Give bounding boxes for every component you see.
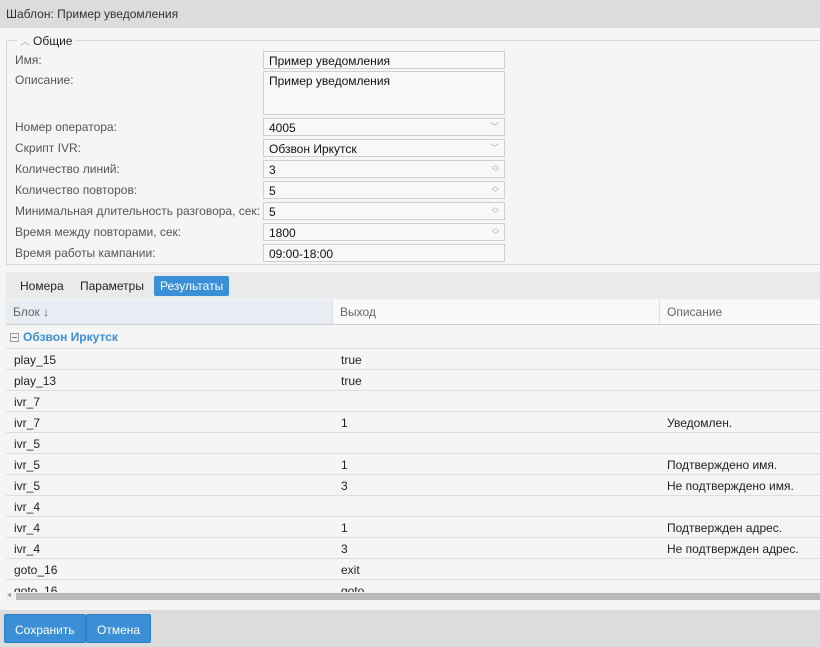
cell-block: goto_16 <box>14 563 58 577</box>
spinner-arrows-icon[interactable]: ︿ ﹀ <box>492 183 499 197</box>
collapse-group-icon[interactable] <box>10 333 19 342</box>
tab-numbers[interactable]: Номера <box>14 276 70 296</box>
cancel-button[interactable]: Отмена <box>86 614 152 643</box>
cell-block: ivr_4 <box>14 521 41 535</box>
spinner-field[interactable]: 1800 ︿ ﹀ <box>263 223 505 241</box>
textarea-field[interactable]: Пример уведомления <box>263 71 505 115</box>
cell-output: 1 <box>341 521 348 535</box>
column-header-block[interactable]: Блок ↓ <box>6 300 333 324</box>
field-value: 5 <box>269 184 276 198</box>
group-label: Обзвон Иркутск <box>23 330 118 344</box>
tab-results[interactable]: Результаты <box>154 276 230 296</box>
results-grid: Блок ↓ Выход Описание Обзвон Иркутск pla… <box>6 300 820 592</box>
table-row[interactable]: ivr_4 1 Подтвержден адрес. <box>6 517 820 538</box>
cell-output: goto <box>341 584 365 592</box>
cell-description: Не подтверждено имя. <box>667 479 794 493</box>
field-label: Количество повторов: <box>15 183 138 197</box>
table-row[interactable]: ivr_7 <box>6 391 820 412</box>
horizontal-scrollbar[interactable]: ◂ <box>6 590 820 601</box>
general-fieldset: ︿ Общие Имя: Пример уведомления Описание: Пр… <box>6 33 820 265</box>
table-row[interactable]: ivr_5 3 Не подтверждено имя. <box>6 475 820 496</box>
cell-block: ivr_4 <box>14 500 41 514</box>
table-row[interactable]: ivr_4 3 Не подтвержден адрес. <box>6 538 820 559</box>
spinner-field[interactable]: 5 ︿ ﹀ <box>263 181 505 199</box>
chevron-down-icon[interactable]: ﹀ <box>490 141 499 154</box>
cell-block: ivr_5 <box>14 479 41 493</box>
cell-block: play_15 <box>14 353 57 367</box>
field-value: 09:00-18:00 <box>269 247 334 261</box>
field-label: Количество линий: <box>15 162 120 176</box>
field-value: 3 <box>269 163 276 177</box>
cell-output: true <box>341 353 362 367</box>
cell-block: ivr_4 <box>14 542 41 556</box>
select-field[interactable]: Обзвон Иркутск ﹀ <box>263 139 505 157</box>
cell-description: Уведомлен. <box>667 416 733 430</box>
cell-description: Подтвержден адрес. <box>667 521 783 535</box>
spinner-arrows-icon[interactable]: ︿ ﹀ <box>492 162 499 176</box>
cell-block: ivr_7 <box>14 416 41 430</box>
save-button[interactable]: Сохранить <box>4 614 86 643</box>
table-row[interactable]: ivr_5 <box>6 433 820 454</box>
grid-header: Блок ↓ Выход Описание <box>6 300 820 325</box>
scrollbar-thumb[interactable] <box>16 593 820 600</box>
cell-output: true <box>341 374 362 388</box>
field-label: Имя: <box>15 53 42 67</box>
cell-block: ivr_5 <box>14 458 41 472</box>
field-value: 5 <box>269 205 276 219</box>
column-header-output[interactable]: Выход <box>333 300 660 324</box>
table-row[interactable]: play_15 true <box>6 349 820 370</box>
field-label: Время между повторами, сек: <box>15 225 182 239</box>
chevron-down-icon[interactable]: ﹀ <box>490 120 499 133</box>
table-row[interactable]: play_13 true <box>6 370 820 391</box>
legend-label: Общие <box>33 34 73 48</box>
tab-parameters[interactable]: Параметры <box>74 276 150 296</box>
field-label: Описание: <box>15 73 74 87</box>
spinner-arrows-icon[interactable]: ︿ ﹀ <box>492 225 499 239</box>
field-label: Минимальная длительность разговора, сек: <box>15 204 261 218</box>
field-value: 1800 <box>269 226 296 240</box>
text-field[interactable]: Пример уведомления <box>263 51 505 69</box>
column-header-description[interactable]: Описание <box>660 300 820 324</box>
group-row[interactable]: Обзвон Иркутск <box>6 325 820 349</box>
cell-block: ivr_7 <box>14 395 41 409</box>
select-field[interactable]: 4005 ﹀ <box>263 118 505 136</box>
table-row[interactable]: ivr_4 <box>6 496 820 517</box>
field-value: 4005 <box>269 121 296 135</box>
table-row[interactable]: ivr_5 1 Подтверждено имя. <box>6 454 820 475</box>
cell-output: 3 <box>341 479 348 493</box>
cell-block: goto_16 <box>14 584 58 592</box>
spinner-field[interactable]: 5 ︿ ﹀ <box>263 202 505 220</box>
cell-description: Подтверждено имя. <box>667 458 778 472</box>
cell-block: play_13 <box>14 374 57 388</box>
tab-bar: Номера Параметры Результаты <box>6 272 820 299</box>
table-row[interactable]: ivr_7 1 Уведомлен. <box>6 412 820 433</box>
spinner-field[interactable]: 3 ︿ ﹀ <box>263 160 505 178</box>
field-label: Скрипт IVR: <box>15 141 81 155</box>
cell-output: 3 <box>341 542 348 556</box>
window-title: Шаблон: Пример уведомления <box>0 0 820 28</box>
field-label: Время работы кампании: <box>15 246 156 260</box>
field-label: Номер оператора: <box>15 120 117 134</box>
cell-output: 1 <box>341 458 348 472</box>
cell-output: exit <box>341 563 360 577</box>
collapse-icon[interactable]: ︿ <box>20 37 30 48</box>
field-value: Обзвон Иркутск <box>269 142 357 156</box>
cell-description: Не подтвержден адрес. <box>667 542 799 556</box>
spinner-arrows-icon[interactable]: ︿ ﹀ <box>492 204 499 218</box>
cell-output: 1 <box>341 416 348 430</box>
general-legend[interactable]: ︿ Общие <box>17 33 76 48</box>
field-value: Пример уведомления <box>269 74 391 88</box>
cell-block: ivr_5 <box>14 437 41 451</box>
text-field[interactable]: 09:00-18:00 <box>263 244 505 262</box>
field-value: Пример уведомления <box>269 54 391 68</box>
table-row[interactable]: goto_16 goto <box>6 580 820 592</box>
footer-bar: Сохранить Отмена <box>0 610 820 647</box>
table-row[interactable]: goto_16 exit <box>6 559 820 580</box>
scroll-left-icon[interactable]: ◂ <box>7 590 11 599</box>
